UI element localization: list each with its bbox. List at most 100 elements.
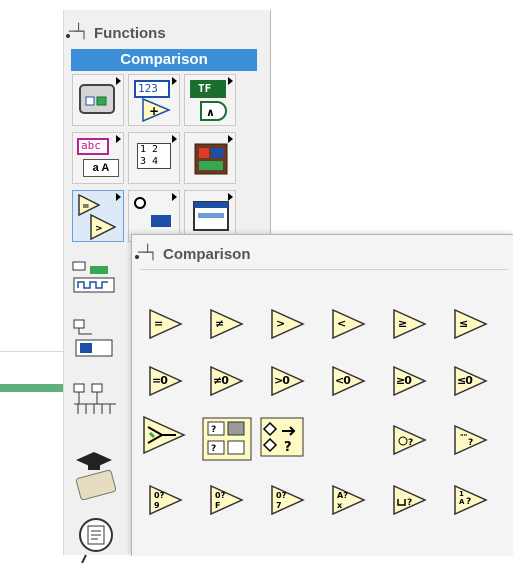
octal-digit-icon: 0? 7 bbox=[271, 485, 305, 515]
svg-text:1: 1 bbox=[459, 490, 464, 498]
greater-vi[interactable]: > bbox=[271, 309, 305, 339]
boolean-palette-icon: TF bbox=[190, 80, 226, 98]
comparison-palette-title: Comparison bbox=[163, 245, 251, 263]
not-equal-vi[interactable]: ≠ bbox=[210, 309, 244, 339]
array-tile[interactable]: 1 2 3 4 bbox=[128, 132, 180, 184]
functions-palette-header[interactable]: Functions bbox=[66, 20, 166, 46]
svg-text:"": "" bbox=[460, 433, 467, 441]
equal-vi[interactable]: = bbox=[149, 309, 183, 339]
numeric-tile-label: 123 bbox=[138, 82, 158, 95]
in-range-icon: ? bbox=[260, 417, 304, 457]
string-palette-icon: abc bbox=[77, 138, 109, 155]
add-function-icon: + bbox=[142, 97, 171, 123]
boolean-tile-label: TF bbox=[198, 82, 212, 95]
svg-text:?: ? bbox=[284, 440, 292, 455]
not-a-number-vi[interactable]: ? bbox=[393, 425, 427, 455]
svg-text:=: = bbox=[82, 202, 90, 212]
and-function-icon: ∧ bbox=[200, 101, 227, 121]
svg-text:+: + bbox=[149, 104, 159, 118]
decimal-digit-icon: 0? 9 bbox=[149, 485, 183, 515]
less-vi[interactable]: < bbox=[332, 309, 366, 339]
functions-palette-title: Functions bbox=[94, 24, 166, 42]
boolean-tile[interactable]: TF ∧ bbox=[184, 74, 236, 126]
waveform-item[interactable] bbox=[72, 260, 122, 294]
svg-text:0?: 0? bbox=[215, 491, 226, 500]
numeric-tile[interactable]: 123 + bbox=[128, 74, 180, 126]
svg-text:x: x bbox=[337, 501, 343, 510]
submenu-arrow-icon bbox=[116, 135, 121, 143]
svg-text:∧: ∧ bbox=[206, 106, 215, 119]
empty-string-icon: "" ? bbox=[454, 425, 488, 455]
synchronization-icon bbox=[73, 383, 116, 414]
string-tile[interactable]: abc a A bbox=[72, 132, 124, 184]
max-min-icon: ? ? bbox=[202, 417, 252, 461]
svg-text:?: ? bbox=[211, 425, 216, 435]
greater-zero-vi[interactable]: >0 bbox=[271, 366, 305, 396]
hex-digit-vi[interactable]: 0? F bbox=[210, 485, 244, 515]
select-vi[interactable] bbox=[142, 415, 186, 455]
cluster-vi-tile[interactable] bbox=[72, 74, 124, 126]
array-palette-icon: 1 2 3 4 bbox=[137, 143, 171, 169]
white-space-icon: ? bbox=[393, 485, 427, 515]
string-tile-label: abc bbox=[81, 139, 101, 152]
report-generation-item[interactable] bbox=[72, 515, 122, 564]
submenu-arrow-icon bbox=[172, 77, 177, 85]
dialog-palette-icon bbox=[193, 201, 229, 231]
svg-text:?: ? bbox=[408, 438, 413, 448]
synchronization-item[interactable] bbox=[72, 382, 122, 416]
max-min-vi[interactable]: ? ? bbox=[202, 417, 252, 461]
octal-digit-vi[interactable]: 0? 7 bbox=[271, 485, 305, 515]
svg-text:?: ? bbox=[211, 444, 216, 454]
white-space-vi[interactable]: ? bbox=[393, 485, 427, 515]
lexical-class-vi[interactable]: 1 A ? bbox=[454, 485, 488, 515]
svg-text:F: F bbox=[215, 501, 220, 510]
submenu-arrow-icon bbox=[228, 135, 233, 143]
thumbtack-pin-icon[interactable] bbox=[135, 245, 161, 261]
svg-text:0?: 0? bbox=[154, 491, 165, 500]
submenu-arrow-icon bbox=[172, 135, 177, 143]
comparison-palette: Comparison = ≠ > < ≥ ≤ =0 ≠0 >0 <0 bbox=[131, 234, 513, 556]
equal-zero-vi[interactable]: =0 bbox=[149, 366, 183, 396]
greater-or-equal-vi[interactable]: ≥ bbox=[393, 309, 427, 339]
cluster-class-icon bbox=[194, 143, 228, 175]
string-function-icon: a A bbox=[83, 159, 119, 177]
svg-text:0?: 0? bbox=[276, 491, 287, 500]
printable-vi[interactable]: A? x bbox=[332, 485, 366, 515]
greater-or-equal-zero-vi[interactable]: ≥0 bbox=[393, 366, 427, 396]
comparison-tile[interactable]: = > bbox=[72, 190, 124, 242]
graphics-sound-icon bbox=[75, 452, 117, 501]
svg-text:?: ? bbox=[466, 497, 471, 507]
application-control-item[interactable] bbox=[72, 318, 122, 357]
svg-text:9: 9 bbox=[154, 501, 160, 510]
svg-text:A?: A? bbox=[337, 491, 348, 500]
not-a-number-icon: ? bbox=[393, 425, 427, 455]
less-or-equal-vi[interactable]: ≤ bbox=[454, 309, 488, 339]
submenu-arrow-icon bbox=[228, 193, 233, 201]
numeric-palette-icon: 123 bbox=[134, 80, 170, 98]
svg-text:?: ? bbox=[407, 498, 412, 508]
palette-category-header: Comparison bbox=[71, 49, 257, 71]
empty-string-vi[interactable]: "" ? bbox=[454, 425, 488, 455]
palette-divider bbox=[140, 269, 508, 270]
svg-text:?: ? bbox=[468, 438, 473, 448]
timing-palette-icon bbox=[134, 197, 171, 227]
lexical-class-icon: 1 A ? bbox=[454, 485, 488, 515]
in-range-vi[interactable]: ? bbox=[260, 417, 304, 457]
svg-text:A: A bbox=[459, 498, 465, 506]
report-generation-icon bbox=[79, 518, 113, 564]
svg-text:7: 7 bbox=[276, 501, 282, 510]
application-control-icon bbox=[73, 319, 113, 357]
thumbtack-pin-icon[interactable] bbox=[66, 24, 92, 40]
less-zero-vi[interactable]: <0 bbox=[332, 366, 366, 396]
select-icon bbox=[143, 415, 186, 455]
decimal-digit-vi[interactable]: 0? 9 bbox=[149, 485, 183, 515]
cluster-vi-icon bbox=[79, 84, 115, 114]
less-or-equal-zero-vi[interactable]: ≤0 bbox=[454, 366, 488, 396]
graphics-sound-item[interactable] bbox=[72, 448, 122, 501]
cluster-class-tile[interactable] bbox=[184, 132, 236, 184]
not-equal-zero-vi[interactable]: ≠0 bbox=[210, 366, 244, 396]
comparison-palette-header[interactable]: Comparison bbox=[135, 241, 251, 267]
printable-icon: A? x bbox=[332, 485, 366, 515]
hex-digit-icon: 0? F bbox=[210, 485, 244, 515]
waveform-icon bbox=[72, 261, 115, 293]
